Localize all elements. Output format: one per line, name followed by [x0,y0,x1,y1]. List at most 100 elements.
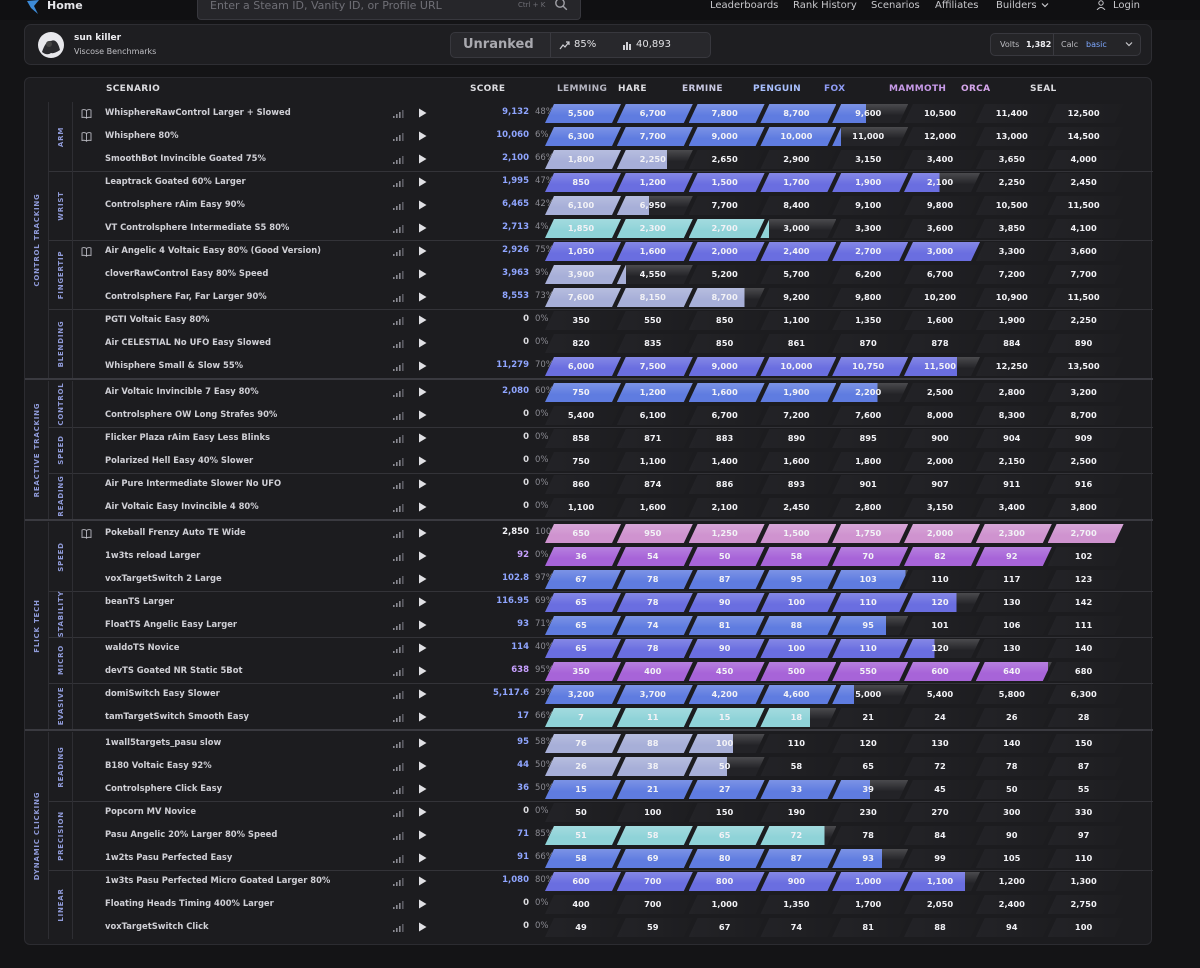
scenario-name[interactable]: beanTS Larger [105,596,174,606]
volts-calc-control[interactable]: Volts 1,382 Calc basic [990,33,1141,56]
play-scenario-icon[interactable] [416,501,428,513]
scenario-name[interactable]: Air Pure Intermediate Slower No UFO [105,478,281,488]
play-scenario-icon[interactable] [416,222,428,234]
leaderboard-signal-icon[interactable] [393,293,404,302]
play-scenario-icon[interactable] [416,711,428,723]
leaderboard-signal-icon[interactable] [393,667,404,676]
chevron-down-icon[interactable] [1041,1,1049,9]
play-scenario-icon[interactable] [416,360,428,372]
nav-builders[interactable]: Builders [996,0,1037,11]
leaderboard-signal-icon[interactable] [393,411,404,420]
leaderboard-signal-icon[interactable] [393,362,404,371]
play-scenario-icon[interactable] [416,107,428,119]
leaderboard-signal-icon[interactable] [393,480,404,489]
play-scenario-icon[interactable] [416,386,428,398]
play-scenario-icon[interactable] [416,760,428,772]
leaderboard-signal-icon[interactable] [393,339,404,348]
scenario-name[interactable]: Leaptrack Goated 60% Larger [105,176,246,186]
play-scenario-icon[interactable] [416,921,428,933]
play-scenario-icon[interactable] [416,337,428,349]
scenario-name[interactable]: Polarized Hell Easy 40% Slower [105,455,253,465]
nav-scenarios[interactable]: Scenarios [871,0,920,11]
user-icon[interactable] [1096,0,1106,10]
leaderboard-signal-icon[interactable] [393,854,404,863]
leaderboard-signal-icon[interactable] [393,690,404,699]
search-icon[interactable] [554,0,568,11]
leaderboard-signal-icon[interactable] [393,224,404,233]
chevron-down-icon[interactable] [1125,40,1133,48]
leaderboard-signal-icon[interactable] [393,877,404,886]
play-scenario-icon[interactable] [416,409,428,421]
scenario-name[interactable]: SmoothBot Invincible Goated 75% [105,153,266,163]
scenario-name[interactable]: Flicker Plaza rAim Easy Less Blinks [105,432,270,442]
leaderboard-signal-icon[interactable] [393,621,404,630]
scenario-name[interactable]: domiSwitch Easy Slower [105,688,220,698]
scenario-name[interactable]: Pokeball Frenzy Auto TE Wide [105,527,246,537]
play-scenario-icon[interactable] [416,806,428,818]
leaderboard-signal-icon[interactable] [393,434,404,443]
leaderboard-signal-icon[interactable] [393,457,404,466]
scenario-name[interactable]: Controlsphere rAim Easy 90% [105,199,245,209]
play-scenario-icon[interactable] [416,596,428,608]
home-link[interactable]: Home [47,0,83,11]
scenario-name[interactable]: voxTargetSwitch 2 Large [105,573,222,583]
play-scenario-icon[interactable] [416,432,428,444]
play-scenario-icon[interactable] [416,852,428,864]
leaderboard-signal-icon[interactable] [393,155,404,164]
scenario-name[interactable]: Floating Heads Timing 400% Larger [105,898,274,908]
scenario-name[interactable]: Air Voltaic Invincible 7 Easy 80% [105,386,259,396]
leaderboard-signal-icon[interactable] [393,644,404,653]
scenario-name[interactable]: Air Angelic 4 Voltaic Easy 80% (Good Ver… [105,245,321,255]
book-guide-icon[interactable] [81,528,92,539]
scenario-name[interactable]: Whisphere 80% [105,130,178,140]
leaderboard-signal-icon[interactable] [393,552,404,561]
play-scenario-icon[interactable] [416,688,428,700]
scenario-name[interactable]: Whisphere Small & Slow 55% [105,360,243,370]
book-guide-icon[interactable] [81,246,92,257]
login-link[interactable]: Login [1113,0,1140,11]
scenario-name[interactable]: cloverRawControl Easy 80% Speed [105,268,268,278]
play-scenario-icon[interactable] [416,619,428,631]
play-scenario-icon[interactable] [416,153,428,165]
leaderboard-signal-icon[interactable] [393,132,404,141]
play-scenario-icon[interactable] [416,455,428,467]
play-scenario-icon[interactable] [416,642,428,654]
search-bar[interactable]: Enter a Steam ID, Vanity ID, or Profile … [197,0,581,20]
play-scenario-icon[interactable] [416,829,428,841]
scenario-name[interactable]: 1w2ts Pasu Perfected Easy [105,852,232,862]
nav-affiliates[interactable]: Affiliates [935,0,978,11]
scenario-name[interactable]: tamTargetSwitch Smooth Easy [105,711,249,721]
scenario-name[interactable]: 1w3ts reload Larger [105,550,200,560]
leaderboard-signal-icon[interactable] [393,503,404,512]
play-scenario-icon[interactable] [416,176,428,188]
scenario-name[interactable]: Popcorn MV Novice [105,806,196,816]
scenario-name[interactable]: 1wall5targets_pasu slow [105,737,221,747]
play-scenario-icon[interactable] [416,314,428,326]
scenario-name[interactable]: Air Voltaic Easy Invincible 4 80% [105,501,259,511]
book-guide-icon[interactable] [81,131,92,142]
scenario-name[interactable]: 1w3ts Pasu Perfected Micro Goated Larger… [105,875,330,885]
leaderboard-signal-icon[interactable] [393,529,404,538]
play-scenario-icon[interactable] [416,737,428,749]
leaderboard-signal-icon[interactable] [393,247,404,256]
scenario-name[interactable]: Controlsphere Far, Far Larger 90% [105,291,267,301]
leaderboard-signal-icon[interactable] [393,923,404,932]
play-scenario-icon[interactable] [416,875,428,887]
play-scenario-icon[interactable] [416,550,428,562]
book-guide-icon[interactable] [81,108,92,119]
calc-select[interactable]: basic [1086,40,1107,49]
leaderboard-signal-icon[interactable] [393,598,404,607]
leaderboard-signal-icon[interactable] [393,109,404,118]
site-logo-icon[interactable] [24,0,42,16]
scenario-name[interactable]: Controlsphere OW Long Strafes 90% [105,409,277,419]
search-input[interactable]: Enter a Steam ID, Vanity ID, or Profile … [210,0,442,12]
scenario-name[interactable]: FloatTS Angelic Easy Larger [105,619,237,629]
play-scenario-icon[interactable] [416,783,428,795]
play-scenario-icon[interactable] [416,291,428,303]
avatar[interactable] [38,32,64,58]
play-scenario-icon[interactable] [416,478,428,490]
leaderboard-signal-icon[interactable] [393,785,404,794]
play-scenario-icon[interactable] [416,898,428,910]
scenario-name[interactable]: Pasu Angelic 20% Larger 80% Speed [105,829,277,839]
leaderboard-signal-icon[interactable] [393,762,404,771]
